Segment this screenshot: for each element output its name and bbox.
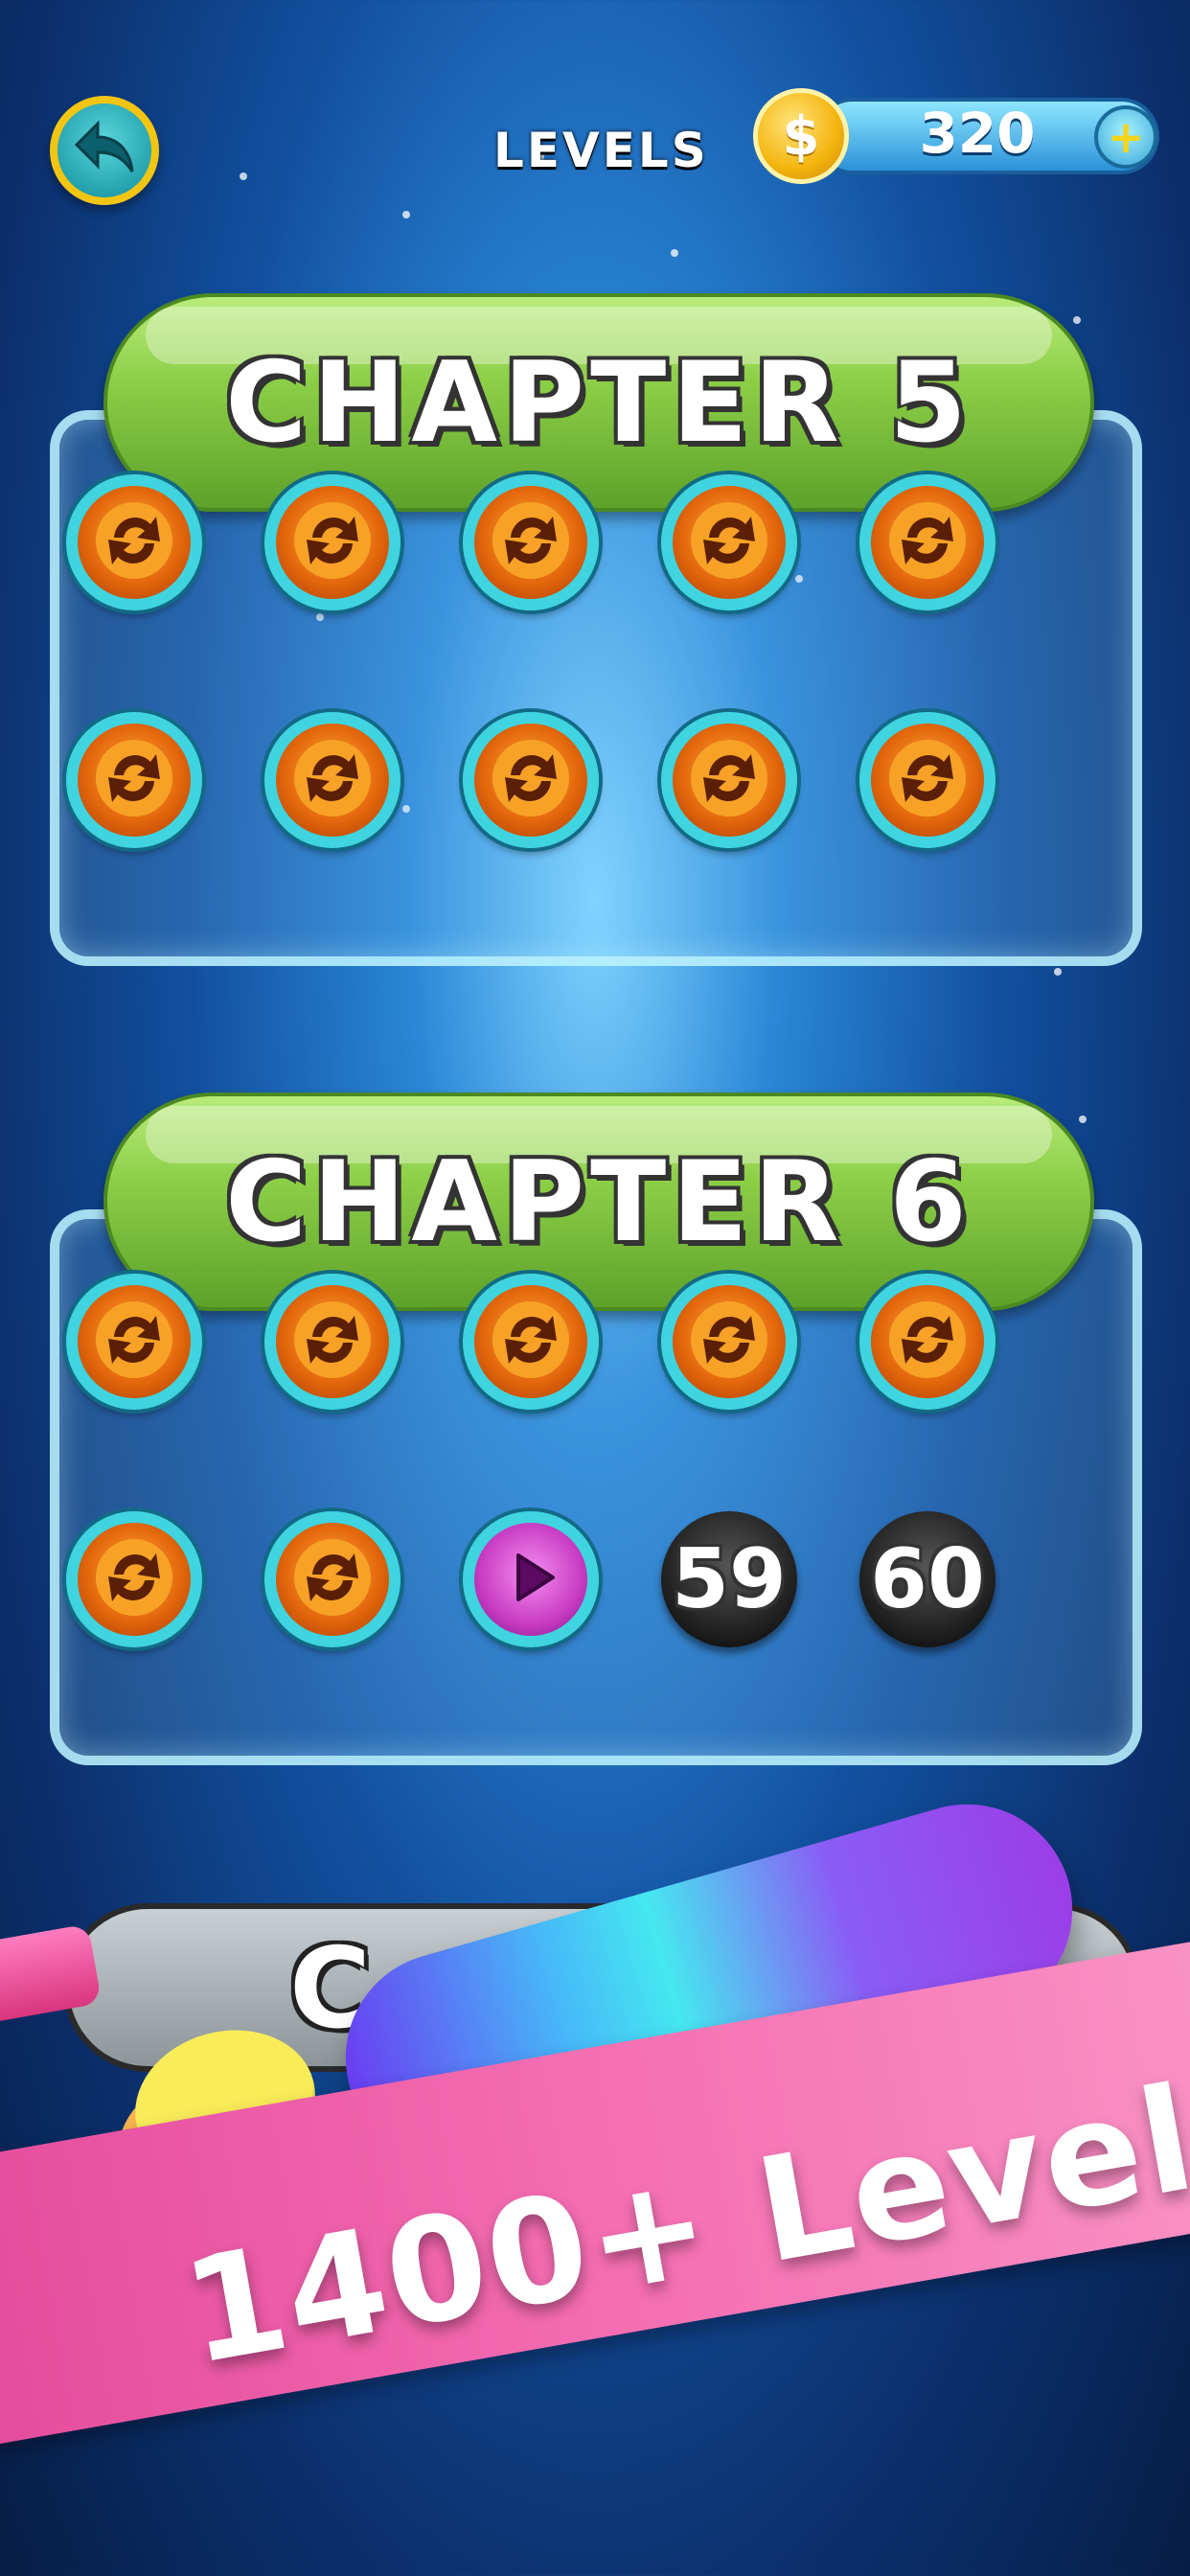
level-button-completed[interactable] xyxy=(264,1274,400,1410)
level-button-completed[interactable] xyxy=(66,712,202,848)
level-button-completed[interactable] xyxy=(463,474,599,610)
replay-icon xyxy=(291,499,374,586)
level-number: 60 xyxy=(870,1531,985,1627)
play-icon xyxy=(497,1544,564,1615)
replay-icon xyxy=(93,737,175,823)
back-arrow-icon xyxy=(73,120,136,181)
replay-icon xyxy=(688,1299,770,1385)
replay-icon xyxy=(490,1299,572,1385)
level-button-locked[interactable]: 59 xyxy=(661,1511,797,1647)
level-button-completed[interactable] xyxy=(661,1274,797,1410)
level-number: 59 xyxy=(672,1531,787,1627)
level-button-completed[interactable] xyxy=(463,1274,599,1410)
replay-icon xyxy=(886,499,969,586)
replay-icon xyxy=(93,1536,175,1622)
level-button-completed[interactable] xyxy=(463,712,599,848)
page-title: LEVELS xyxy=(493,123,709,178)
chapter-title: CHAPTER 5 xyxy=(225,337,973,468)
add-coins-button[interactable]: + xyxy=(1094,105,1157,169)
level-button-completed[interactable] xyxy=(859,474,995,610)
level-button-completed[interactable] xyxy=(66,474,202,610)
chapter-title: CHAPTER 6 xyxy=(225,1137,973,1267)
level-button-completed[interactable] xyxy=(264,474,400,610)
replay-icon xyxy=(93,1299,175,1385)
replay-icon xyxy=(291,737,374,823)
replay-icon xyxy=(93,499,175,586)
coin-icon: $ xyxy=(753,88,849,184)
replay-icon xyxy=(688,499,770,586)
replay-icon xyxy=(490,737,572,823)
replay-icon xyxy=(886,1299,969,1385)
replay-icon xyxy=(688,737,770,823)
level-button-completed[interactable] xyxy=(66,1274,202,1410)
level-button-completed[interactable] xyxy=(661,712,797,848)
level-button-completed[interactable] xyxy=(264,1511,400,1647)
level-button-current[interactable] xyxy=(463,1511,599,1647)
replay-icon xyxy=(291,1299,374,1385)
plus-icon: + xyxy=(1107,111,1145,163)
level-button-locked[interactable]: 60 xyxy=(859,1511,995,1647)
replay-icon xyxy=(291,1536,374,1622)
back-button[interactable] xyxy=(50,96,159,205)
level-button-completed[interactable] xyxy=(264,712,400,848)
coin-balance: 320 xyxy=(919,101,1036,166)
level-button-completed[interactable] xyxy=(859,1274,995,1410)
level-button-completed[interactable] xyxy=(859,712,995,848)
level-button-completed[interactable] xyxy=(66,1511,202,1647)
replay-icon xyxy=(886,737,969,823)
replay-icon xyxy=(490,499,572,586)
level-button-completed[interactable] xyxy=(661,474,797,610)
